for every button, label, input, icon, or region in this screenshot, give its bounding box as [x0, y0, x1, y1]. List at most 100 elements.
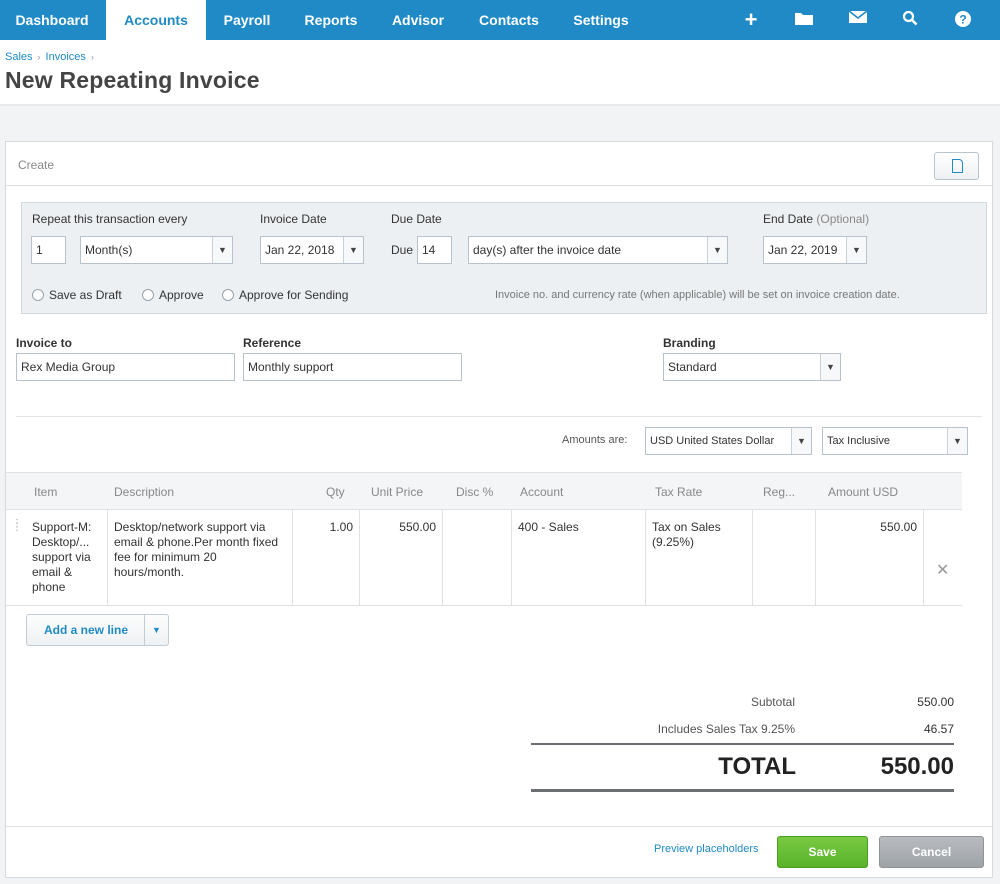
end-date-label-text: End Date — [763, 212, 814, 226]
column-discount[interactable]: Disc % — [456, 485, 493, 499]
top-navigation: Dashboard Accounts Payroll Reports Advis… — [0, 0, 1000, 40]
due-prefix: Due — [391, 243, 414, 257]
chevron-down-icon: ▼ — [947, 428, 967, 454]
tab-advisor[interactable]: Advisor — [378, 0, 458, 40]
section-divider — [16, 416, 982, 417]
creation-note: Invoice no. and currency rate (when appl… — [495, 289, 900, 301]
save-as-draft-radio[interactable]: Save as Draft — [32, 288, 122, 302]
add-line-button[interactable]: Add a new line ▼ — [26, 614, 169, 646]
end-date-label: End Date (Optional) — [763, 212, 869, 226]
end-date-value: Jan 22, 2019 — [768, 243, 838, 257]
tab-reports[interactable]: Reports — [290, 0, 372, 40]
breadcrumb-separator-icon: › — [90, 52, 94, 62]
chevron-down-icon: ▼ — [846, 237, 866, 263]
end-date-optional: (Optional) — [816, 212, 870, 226]
mail-icon[interactable] — [847, 10, 869, 30]
due-date-label: Due Date — [391, 212, 442, 226]
column-tax-rate[interactable]: Tax Rate — [655, 485, 702, 499]
subtotal-value: 550.00 — [917, 695, 954, 709]
panel-header: Create — [6, 142, 992, 186]
breadcrumb-separator-icon: › — [37, 52, 41, 62]
column-amount[interactable]: Amount USD — [828, 485, 898, 499]
cell-description[interactable]: Desktop/network support via email & phon… — [108, 510, 293, 606]
chevron-down-icon: ▼ — [820, 354, 840, 380]
close-icon[interactable]: ✕ — [936, 560, 949, 580]
reference-label: Reference — [243, 336, 302, 350]
total-top-rule — [531, 743, 954, 745]
save-as-draft-label: Save as Draft — [49, 288, 122, 302]
repeat-period-value: Month(s) — [85, 243, 133, 257]
due-days-input[interactable]: 14 — [417, 236, 452, 264]
column-account[interactable]: Account — [520, 485, 563, 499]
invoice-panel: Create Repeat this transaction every 1 M… — [5, 141, 993, 878]
cell-tax-rate[interactable]: Tax on Sales (9.25%) — [646, 510, 753, 606]
tab-contacts[interactable]: Contacts — [464, 0, 554, 40]
branding-label: Branding — [663, 336, 716, 350]
column-qty[interactable]: Qty — [326, 485, 345, 499]
approve-for-sending-label: Approve for Sending — [239, 288, 349, 302]
amounts-are-label: Amounts are: — [562, 434, 628, 446]
repeat-label: Repeat this transaction every — [32, 212, 188, 226]
approve-radio[interactable]: Approve — [142, 288, 204, 302]
document-icon — [952, 159, 963, 173]
invoice-date-picker[interactable]: Jan 22, 2018 ▼ — [260, 236, 364, 264]
branding-select[interactable]: Standard ▼ — [663, 353, 841, 381]
breadcrumb-invoices[interactable]: Invoices — [46, 51, 86, 63]
repeat-every-input[interactable]: 1 — [31, 236, 66, 264]
table-header: Item Description Qty Unit Price Disc % A… — [6, 472, 962, 510]
save-button[interactable]: Save — [777, 836, 868, 868]
radio-icon — [142, 289, 154, 301]
tab-accounts[interactable]: Accounts — [106, 0, 206, 40]
tax-mode-select[interactable]: Tax Inclusive ▼ — [822, 427, 968, 455]
chevron-down-icon: ▼ — [791, 428, 811, 454]
cell-item[interactable]: Support-M: Desktop/... support via email… — [26, 510, 108, 606]
document-options-button[interactable] — [934, 152, 979, 180]
approve-for-sending-radio[interactable]: Approve for Sending — [222, 288, 348, 302]
cell-qty[interactable]: 1.00 — [293, 510, 360, 606]
folder-icon[interactable] — [793, 10, 815, 30]
radio-icon — [32, 289, 44, 301]
currency-select[interactable]: USD United States Dollar ▼ — [645, 427, 812, 455]
column-item[interactable]: Item — [34, 485, 57, 499]
due-terms-select[interactable]: day(s) after the invoice date ▼ — [468, 236, 728, 264]
column-description[interactable]: Description — [114, 485, 174, 499]
invoice-to-input[interactable]: Rex Media Group — [16, 353, 235, 381]
tax-mode-value: Tax Inclusive — [827, 435, 890, 447]
chevron-down-icon: ▼ — [212, 237, 232, 263]
end-date-picker[interactable]: Jan 22, 2019 ▼ — [763, 236, 867, 264]
column-unit-price[interactable]: Unit Price — [371, 485, 423, 499]
tab-dashboard[interactable]: Dashboard — [0, 0, 104, 40]
add-line-label[interactable]: Add a new line — [27, 615, 145, 645]
cell-discount[interactable] — [443, 510, 512, 606]
cell-delete — [924, 510, 962, 606]
breadcrumb: Sales › Invoices › — [5, 51, 99, 63]
breadcrumb-sales[interactable]: Sales — [5, 51, 33, 63]
column-region[interactable]: Reg... — [763, 485, 795, 499]
cancel-button[interactable]: Cancel — [879, 836, 984, 868]
tab-settings[interactable]: Settings — [558, 0, 644, 40]
table-row: ⋮ ⋮ Support-M: Desktop/... support via em… — [6, 510, 962, 606]
radio-icon — [222, 289, 234, 301]
help-icon[interactable]: ? — [952, 10, 974, 30]
due-terms-value: day(s) after the invoice date — [473, 243, 622, 257]
branding-value: Standard — [668, 360, 717, 374]
sales-tax-label: Includes Sales Tax 9.25% — [657, 722, 795, 736]
repeat-settings: Repeat this transaction every 1 Month(s)… — [21, 202, 987, 314]
cell-amount[interactable]: 550.00 — [816, 510, 924, 606]
invoice-to-label: Invoice to — [16, 336, 73, 350]
invoice-date-label: Invoice Date — [260, 212, 327, 226]
repeat-period-select[interactable]: Month(s) ▼ — [80, 236, 233, 264]
cell-unit-price[interactable]: 550.00 — [360, 510, 443, 606]
tab-payroll[interactable]: Payroll — [208, 0, 286, 40]
plus-icon[interactable]: + — [740, 9, 762, 31]
reference-input[interactable]: Monthly support — [243, 353, 462, 381]
preview-placeholders-link[interactable]: Preview placeholders — [654, 843, 759, 855]
invoice-date-value: Jan 22, 2018 — [265, 243, 335, 257]
approve-label: Approve — [159, 288, 204, 302]
cell-region[interactable] — [753, 510, 816, 606]
search-icon[interactable] — [899, 10, 921, 30]
chevron-down-icon: ▼ — [343, 237, 363, 263]
cell-account[interactable]: 400 - Sales — [512, 510, 646, 606]
chevron-down-icon[interactable]: ▼ — [144, 615, 168, 645]
drag-handle-icon[interactable]: ⋮ ⋮ — [12, 519, 22, 536]
